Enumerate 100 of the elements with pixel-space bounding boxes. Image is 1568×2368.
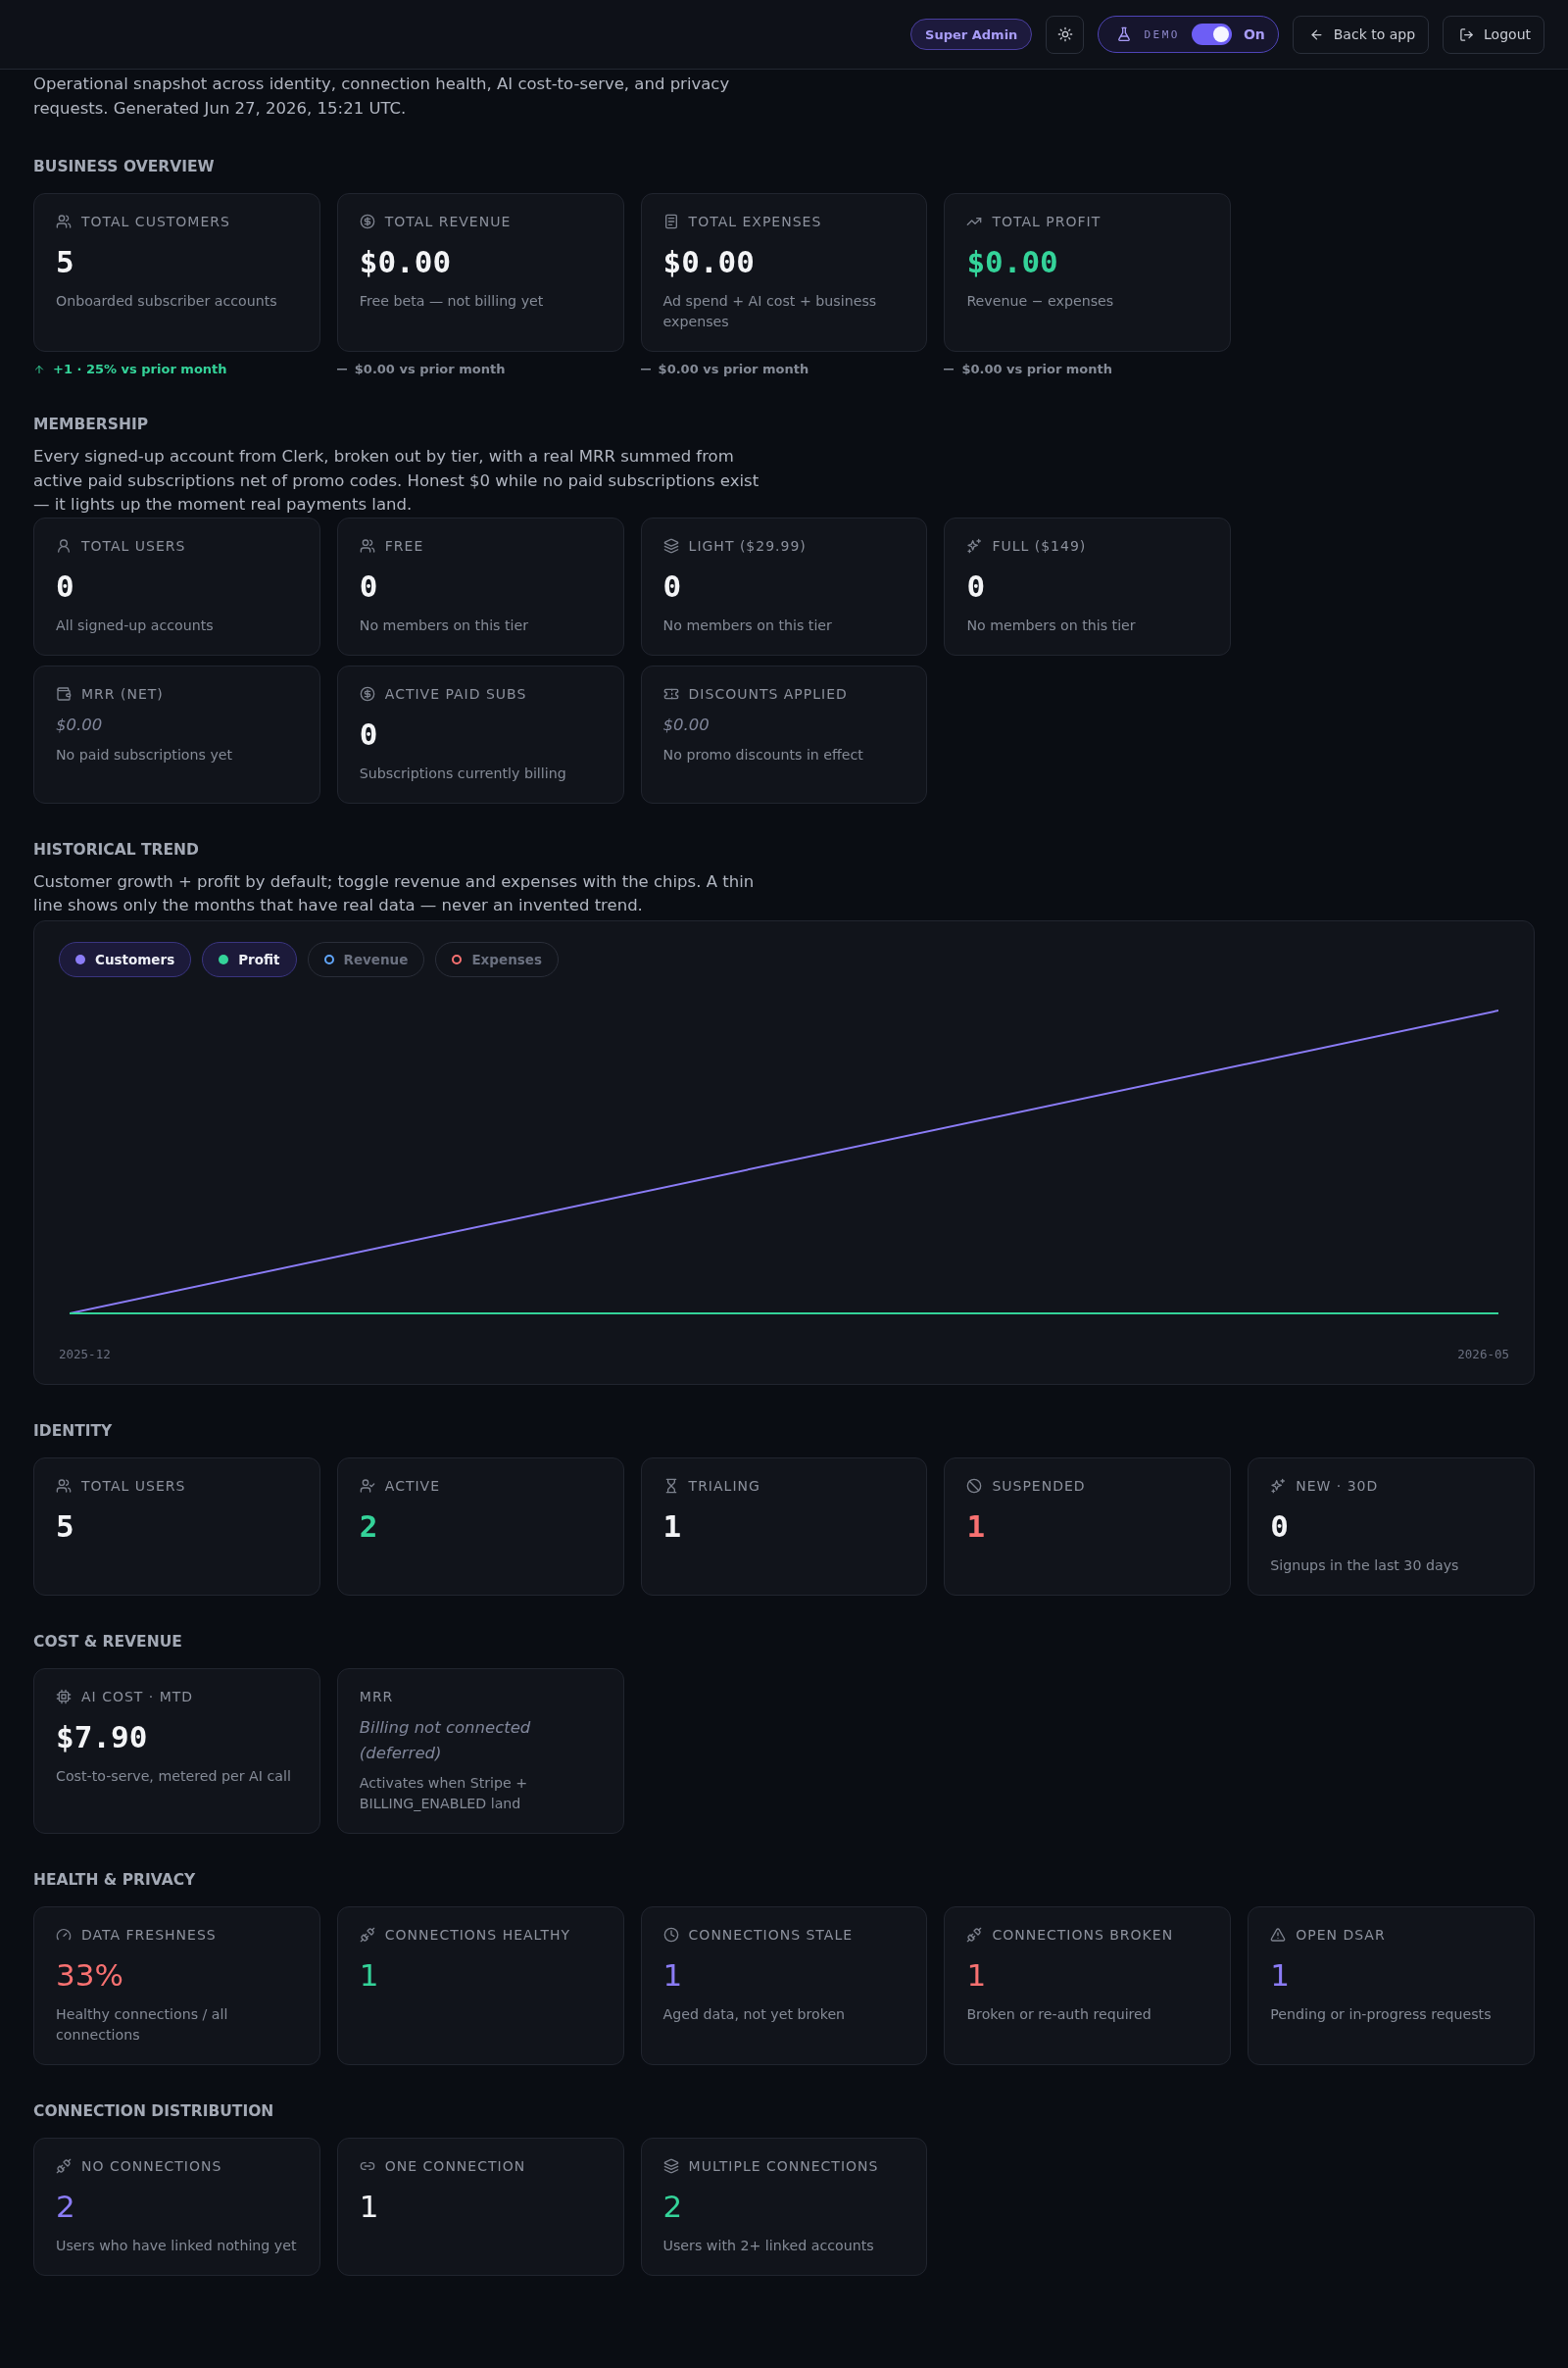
dash-icon [944, 369, 955, 370]
stat-value: 0 [1270, 1507, 1290, 1544]
section-heading: BUSINESS OVERVIEW [33, 157, 216, 177]
stat-note: Aged data, not yet broken [662, 2004, 847, 2024]
clock-icon [662, 1926, 679, 1943]
stat-value: 0 [359, 715, 379, 752]
demo-switch[interactable] [1191, 24, 1232, 45]
theme-toggle-button[interactable] [1046, 15, 1085, 54]
stat-note: Onboarded subscriber accounts [56, 292, 278, 311]
section-heading: IDENTITY [33, 1420, 114, 1442]
stat-note: Subscriptions currently billing [359, 764, 567, 783]
logout-icon [1459, 26, 1475, 42]
stat-note: No members on this tier [966, 616, 1137, 635]
intro-text: Operational snapshot across identity, connection health, AI cost-to-serve, and privacy requests. Generated Jun 27, 2026, 15:21 UTC. [33, 74, 731, 120]
stat-note: Signups in the last 30 days [1270, 1555, 1460, 1575]
stat-label: TOTAL PROFIT [992, 213, 1102, 230]
section-description: Every signed-up account from Clerk, broken out by tier, with a real MRR summed from active paid subscriptions net of promo codes. Honest $0 while no paid subscriptions exist — it lights up the moment real payments land. [33, 446, 760, 516]
stat-value: 2 [662, 2188, 684, 2224]
stat-note: Free beta — not billing yet [359, 292, 545, 311]
layers-icon [662, 537, 679, 554]
stat-label: ACTIVE [384, 1476, 440, 1495]
stat-value: 33% [56, 1956, 124, 1993]
stat-note: Revenue − expenses [966, 292, 1115, 311]
sparkle-icon [966, 537, 983, 554]
stat-label: TOTAL REVENUE [384, 213, 512, 230]
stat-label: DATA FRESHNESS [81, 1925, 217, 1944]
stat-note: Ad spend + AI cost + business expenses [662, 292, 878, 331]
stat-label: MRR [359, 1687, 394, 1705]
stat-label: FULL ($149) [992, 536, 1087, 555]
delta-text: $0.00 vs prior month [961, 361, 1113, 378]
logout-button[interactable]: Logout [1443, 15, 1544, 54]
flask-icon [1116, 26, 1133, 42]
stat-value: 2 [56, 2188, 76, 2224]
warning-icon [1270, 1926, 1287, 1943]
stat-value: 0 [56, 567, 75, 604]
stat-value: 1 [966, 1956, 988, 1993]
arrow-up-icon [33, 364, 45, 375]
pending-value: $0.00 [56, 714, 104, 736]
dash-icon [336, 369, 347, 370]
sun-icon [1056, 26, 1073, 42]
person-icon [56, 537, 72, 554]
series-chip[interactable]: Customers [59, 941, 192, 977]
stat-value: $0.00 [662, 244, 756, 279]
stat-note: No members on this tier [359, 616, 530, 635]
stat-label: ACTIVE PAID SUBS [384, 684, 527, 703]
stat-label: MULTIPLE CONNECTIONS [688, 2156, 879, 2175]
stat-note: Healthy connections / all connections [56, 2004, 229, 2045]
stat-label: ONE CONNECTION [384, 2156, 526, 2175]
gauge-icon [56, 1926, 72, 1943]
stat-label: CONNECTIONS HEALTHY [384, 1925, 571, 1944]
stat-label: MRR (NET) [81, 684, 164, 703]
stat-value: $0.00 [966, 244, 1059, 279]
layers-icon [662, 2157, 679, 2174]
stat-value: 0 [966, 567, 987, 604]
delta-text: $0.00 vs prior month [658, 361, 809, 378]
wallet-icon [56, 685, 72, 702]
stat-value: 5 [56, 1507, 75, 1544]
stat-label: TOTAL USERS [81, 536, 186, 555]
stat-note: No promo discounts in effect [662, 745, 864, 765]
demo-state-label: On [1243, 26, 1265, 42]
demo-label: DEMO [1144, 27, 1180, 41]
role-badge: Super Admin [910, 19, 1033, 50]
stat-label: OPEN DSAR [1296, 1925, 1386, 1944]
stat-note: Users who have linked nothing yet [56, 2236, 298, 2255]
back-button[interactable]: Back to app [1292, 15, 1430, 54]
stat-value: $0.00 [359, 244, 453, 279]
axis-label: 2025-12 [59, 1345, 111, 1363]
stat-label: NO CONNECTIONS [81, 2156, 222, 2175]
stat-label: FREE [384, 536, 424, 555]
plug-icon [359, 1926, 375, 1943]
stat-value: 0 [662, 567, 683, 604]
axis-label: 2026-05 [1457, 1345, 1509, 1363]
stat-label: CONNECTIONS BROKEN [992, 1925, 1174, 1944]
stat-value: 1 [359, 1956, 380, 1993]
stat-value: 0 [359, 567, 379, 604]
stat-value: $7.90 [56, 1718, 149, 1754]
stat-value: 1 [359, 2188, 380, 2224]
people-icon [56, 214, 72, 229]
sparkle-icon [1270, 1477, 1287, 1494]
stat-value: 1 [662, 1507, 683, 1544]
pending-value: $0.00 [662, 714, 710, 736]
pending-value: Billing not connected (deferred) [359, 1716, 532, 1764]
stat-label: AI COST · MTD [81, 1687, 194, 1705]
stat-label: DISCOUNTS APPLIED [688, 684, 848, 703]
stat-note: Broken or re-auth required [966, 2004, 1152, 2024]
stat-note: Users with 2+ linked accounts [662, 2236, 875, 2255]
delta-text: +1 · 25% vs prior month [53, 361, 227, 378]
stat-value: 5 [56, 244, 75, 279]
stat-note: No paid subscriptions yet [56, 745, 234, 765]
stat-note: Pending or in-progress requests [1270, 2004, 1493, 2024]
stat-label: CONNECTIONS STALE [688, 1925, 854, 1944]
stat-note: Cost-to-serve, metered per AI call [56, 1766, 292, 1786]
dollar-coin-icon [359, 685, 375, 702]
people-icon [359, 537, 375, 554]
section-heading: CONNECTION DISTRIBUTION [33, 2100, 275, 2122]
chip-icon [56, 1688, 72, 1704]
section-heading: MEMBERSHIP [33, 415, 150, 435]
stat-note: No members on this tier [662, 616, 833, 635]
series-chip[interactable]: Profit [202, 941, 297, 977]
stat-value: 1 [966, 1507, 987, 1544]
